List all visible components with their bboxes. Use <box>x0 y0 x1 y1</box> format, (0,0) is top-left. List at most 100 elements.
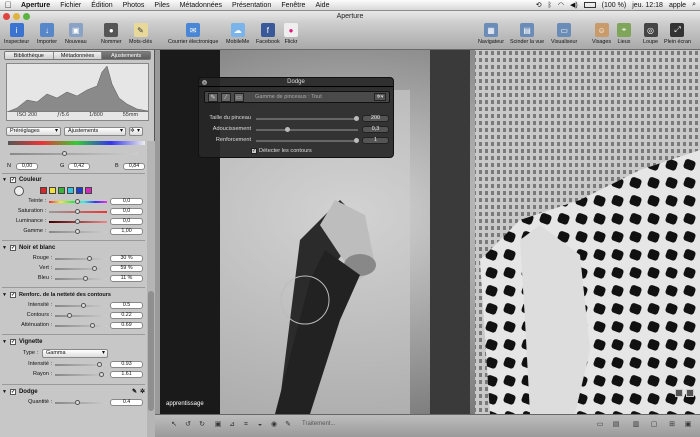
teinte-value[interactable]: 0,0 <box>110 198 143 205</box>
bleu-value[interactable]: 11 % <box>110 275 143 282</box>
spotlight-icon[interactable]: ⌕ <box>692 1 696 9</box>
rouge-value[interactable]: 30 % <box>110 255 143 262</box>
menu-metadonnees[interactable]: Métadonnées <box>175 2 227 9</box>
close-window-icon[interactable] <box>3 13 10 20</box>
contours-slider[interactable] <box>55 313 107 318</box>
saturation-knob[interactable] <box>75 209 80 214</box>
viewer-button[interactable]: ▭ Visualiseur <box>551 23 577 45</box>
contours-value[interactable]: 0.22 <box>110 312 143 319</box>
bleu-slider[interactable] <box>55 276 107 281</box>
menu-piles[interactable]: Piles <box>149 2 174 9</box>
rayon-slider[interactable] <box>55 372 107 377</box>
rouge-knob[interactable] <box>87 256 92 261</box>
n-value[interactable]: 0,00 <box>16 163 38 170</box>
nettete-intensite-slider[interactable] <box>55 303 107 308</box>
softness-knob[interactable] <box>285 127 290 132</box>
fullscreen-button[interactable]: ⤢ Plein écran <box>664 23 691 45</box>
rayon-knob[interactable] <box>99 372 104 377</box>
menu-user[interactable]: apple <box>669 2 686 9</box>
disclosure-triangle-icon[interactable]: ▼ <box>2 292 7 298</box>
luminance-slider[interactable] <box>49 219 107 224</box>
vignette-checkbox[interactable]: ✓ <box>9 338 16 345</box>
brush-size-slider[interactable] <box>256 116 359 121</box>
stamp-icon[interactable]: ▣ <box>213 420 223 429</box>
scrollbar-thumb[interactable] <box>148 291 154 411</box>
lift-stamp-icon[interactable]: ◒ <box>255 420 265 429</box>
luminance-value[interactable]: 0,0 <box>110 218 143 225</box>
color-swatch-2[interactable] <box>49 187 56 194</box>
feather-tool-icon[interactable]: ⁄ <box>221 92 231 102</box>
strength-knob[interactable] <box>354 138 359 143</box>
disclosure-triangle-icon[interactable]: ▼ <box>2 177 7 183</box>
battery-icon[interactable] <box>583 2 596 8</box>
detect-edges-checkbox[interactable]: ✓ <box>251 148 257 154</box>
menu-presentation[interactable]: Présentation <box>227 2 276 9</box>
levels-track[interactable] <box>10 151 138 156</box>
red-eye-icon[interactable]: ◉ <box>269 420 279 429</box>
menu-fenetre[interactable]: Fenêtre <box>276 2 310 9</box>
luminance-knob[interactable] <box>75 219 80 224</box>
new-button[interactable]: ▣ Nouveau <box>65 23 87 45</box>
color-swatch-5[interactable] <box>76 187 83 194</box>
softness-slider[interactable] <box>256 127 358 132</box>
disclosure-triangle-icon[interactable]: ▼ <box>2 389 7 395</box>
volume-icon[interactable]: ◀) <box>570 1 578 9</box>
hud-gear-icon[interactable]: ✲▾ <box>374 93 386 101</box>
flickr-button[interactable]: ● Flickr <box>284 23 298 45</box>
inspector-scrollbar[interactable] <box>147 141 155 437</box>
eraser-tool-icon[interactable]: ▭ <box>234 92 244 102</box>
places-button[interactable]: ⌖ Lieux <box>617 23 631 45</box>
quantite-slider[interactable] <box>55 400 107 405</box>
vignette-intensite-value[interactable]: 0.93 <box>110 361 143 368</box>
attenuation-slider[interactable] <box>55 323 107 328</box>
color-swatch-4[interactable] <box>67 187 74 194</box>
time-machine-icon[interactable]: ⟲ <box>536 1 542 9</box>
teinte-knob[interactable] <box>75 199 80 204</box>
detect-edges-row[interactable]: ✓ Détecter les contours <box>251 148 312 154</box>
select-tool-icon[interactable]: ↖ <box>169 420 179 429</box>
browser-button[interactable]: ▦ Navigateur <box>478 23 504 45</box>
adjust-gear-icon[interactable]: ✲ <box>129 127 143 136</box>
faces-button[interactable]: ☺ Visages <box>592 23 611 45</box>
menu-fichier[interactable]: Fichier <box>55 2 86 9</box>
nettete-intensite-knob[interactable] <box>81 303 86 308</box>
bluetooth-icon[interactable]: ᛒ <box>548 2 552 9</box>
menu-app-name[interactable]: Aperture <box>16 2 55 9</box>
saturation-slider[interactable] <box>49 209 107 214</box>
vignette-intensite-slider[interactable] <box>55 362 107 367</box>
strength-slider[interactable] <box>256 138 359 143</box>
image-options-icon[interactable] <box>686 389 694 397</box>
menu-photos[interactable]: Photos <box>118 2 150 9</box>
gamme-value[interactable]: 1,00 <box>110 228 143 235</box>
teinte-slider[interactable] <box>49 199 107 204</box>
rotate-right-icon[interactable]: ↻ <box>197 420 207 429</box>
vignette-intensite-knob[interactable] <box>97 362 102 367</box>
nb-checkbox[interactable]: ✓ <box>9 244 16 251</box>
softness-value[interactable]: 0,3 <box>362 126 389 133</box>
rouge-slider[interactable] <box>55 256 107 261</box>
vert-knob[interactable] <box>92 266 97 271</box>
vert-slider[interactable] <box>55 266 107 271</box>
loupe-button[interactable]: ◎ Loupe <box>643 23 658 45</box>
dodge-checkbox[interactable]: ✓ <box>9 388 16 395</box>
brush-size-value[interactable]: 200 <box>362 115 389 122</box>
view-fullscreen-icon[interactable]: ⊞ <box>667 420 677 429</box>
couleur-checkbox[interactable]: ✓ <box>9 176 16 183</box>
color-swatch-3[interactable] <box>58 187 65 194</box>
eyedropper-icon[interactable] <box>14 186 24 196</box>
vignette-type-popup[interactable]: Gamma <box>42 349 108 358</box>
rayon-value[interactable]: 1.61 <box>110 371 143 378</box>
image-info-icon[interactable] <box>675 389 683 397</box>
rotate-left-icon[interactable]: ↺ <box>183 420 193 429</box>
gamme-slider[interactable] <box>49 229 107 234</box>
email-button[interactable]: ✉ Courrier électronique <box>168 23 218 45</box>
b-value[interactable]: 0,84 <box>123 163 145 170</box>
quantite-value[interactable]: 0.4 <box>110 399 143 406</box>
tab-metadonnees[interactable]: Métadonnées <box>53 52 103 59</box>
mobileme-button[interactable]: ☁ MobileMe <box>226 23 249 45</box>
straighten-icon[interactable]: ⊿ <box>227 420 237 429</box>
vert-value[interactable]: 59 % <box>110 265 143 272</box>
view-dual-icon[interactable]: ▣ <box>683 420 693 429</box>
import-button[interactable]: ↓ Importer <box>37 23 57 45</box>
saturation-value[interactable]: 0,0 <box>110 208 143 215</box>
